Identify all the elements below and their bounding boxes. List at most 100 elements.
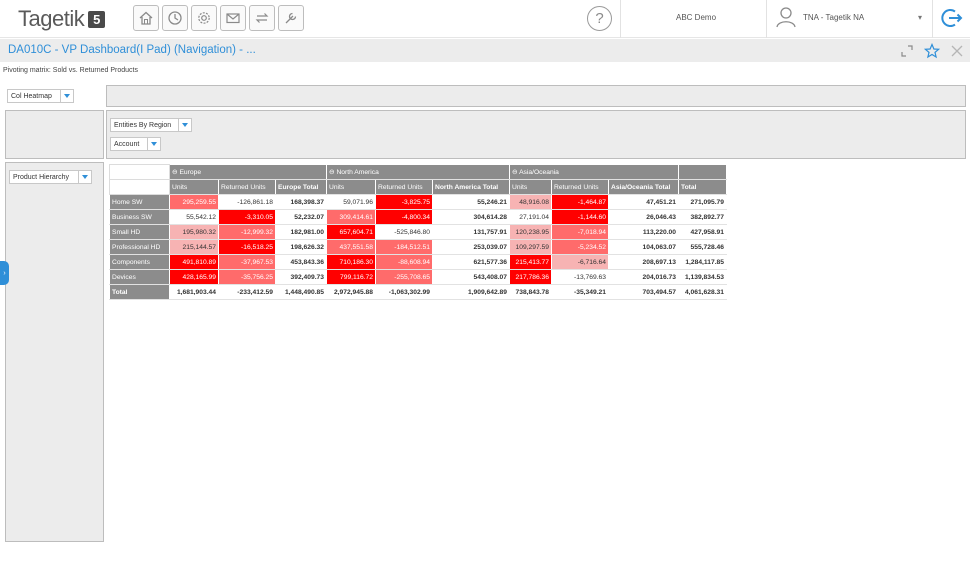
grid-cell[interactable]: 491,810.89 — [169, 254, 219, 270]
row-dimension-product-hierarchy[interactable]: Product Hierarchy — [9, 170, 92, 184]
chevron-down-icon[interactable] — [60, 90, 73, 102]
help-icon[interactable]: ? — [587, 6, 612, 31]
close-icon[interactable] — [948, 42, 966, 60]
grid-cell[interactable]: 392,409.73 — [275, 269, 327, 285]
row-header[interactable]: Total — [109, 284, 170, 300]
grid-cell[interactable]: 271,095.79 — [678, 194, 727, 210]
grid-cell[interactable]: -88,608.94 — [375, 254, 433, 270]
grid-cell[interactable]: 621,577.36 — [432, 254, 510, 270]
row-header[interactable]: Business SW — [109, 209, 170, 225]
grid-cell[interactable]: 799,116.72 — [326, 269, 376, 285]
chevron-down-icon[interactable] — [147, 138, 160, 150]
grid-cell[interactable]: -3,825.75 — [375, 194, 433, 210]
grid-cell[interactable]: 738,843.78 — [509, 284, 552, 300]
grid-cell[interactable]: 427,958.91 — [678, 224, 727, 240]
grid-cell[interactable]: 217,786.36 — [509, 269, 552, 285]
grid-cell[interactable]: 113,220.00 — [608, 224, 679, 240]
grid-cell[interactable]: 382,892.77 — [678, 209, 727, 225]
column-header[interactable]: Returned Units — [218, 179, 276, 195]
grid-cell[interactable]: 1,681,903.44 — [169, 284, 219, 300]
grid-cell[interactable]: -16,518.25 — [218, 239, 276, 255]
column-header[interactable]: Returned Units — [551, 179, 609, 195]
grid-cell[interactable]: -37,967.53 — [218, 254, 276, 270]
grid-cell[interactable]: 104,063.07 — [608, 239, 679, 255]
grid-cell[interactable]: 109,297.59 — [509, 239, 552, 255]
grid-cell[interactable]: -1,464.87 — [551, 194, 609, 210]
home-icon[interactable] — [133, 5, 159, 31]
grid-cell[interactable]: 309,414.61 — [326, 209, 376, 225]
settings-icon[interactable] — [191, 5, 217, 31]
grid-cell[interactable]: 543,408.07 — [432, 269, 510, 285]
user-menu-caret-icon[interactable]: ▾ — [918, 13, 922, 22]
grid-cell[interactable]: 253,039.07 — [432, 239, 510, 255]
user-name[interactable]: TNA - Tagetik NA — [803, 13, 864, 22]
grid-cell[interactable]: -13,769.63 — [551, 269, 609, 285]
grid-cell[interactable]: 208,697.13 — [608, 254, 679, 270]
grid-cell[interactable]: 215,413.77 — [509, 254, 552, 270]
grid-cell[interactable]: 26,046.43 — [608, 209, 679, 225]
region-header[interactable]: ⊖ North America — [326, 164, 510, 180]
grid-cell[interactable]: 1,284,117.85 — [678, 254, 727, 270]
grid-cell[interactable]: 131,757.91 — [432, 224, 510, 240]
column-header[interactable]: Returned Units — [375, 179, 433, 195]
expand-icon[interactable] — [898, 42, 916, 60]
column-header[interactable]: Units — [169, 179, 219, 195]
logout-icon[interactable] — [940, 6, 964, 30]
grid-cell[interactable]: 453,843.36 — [275, 254, 327, 270]
chevron-down-icon[interactable] — [78, 171, 91, 183]
grid-cell[interactable]: 182,981.00 — [275, 224, 327, 240]
grid-cell[interactable]: -1,144.60 — [551, 209, 609, 225]
grid-cell[interactable]: -12,999.32 — [218, 224, 276, 240]
grid-cell[interactable]: 1,909,642.89 — [432, 284, 510, 300]
grid-cell[interactable]: -525,846.80 — [375, 224, 433, 240]
grid-cell[interactable]: -3,310.05 — [218, 209, 276, 225]
grid-cell[interactable]: 48,916.08 — [509, 194, 552, 210]
grid-cell[interactable]: -5,234.52 — [551, 239, 609, 255]
mail-icon[interactable] — [220, 5, 246, 31]
column-header[interactable]: Asia/Oceania Total — [608, 179, 679, 195]
grid-cell[interactable]: 198,626.32 — [275, 239, 327, 255]
column-header[interactable]: Units — [509, 179, 552, 195]
tools-icon[interactable] — [278, 5, 304, 31]
grid-cell[interactable]: 47,451.21 — [608, 194, 679, 210]
grid-cell[interactable]: 2,972,945.88 — [326, 284, 376, 300]
grid-cell[interactable]: -35,756.25 — [218, 269, 276, 285]
grid-cell[interactable]: 1,448,490.85 — [275, 284, 327, 300]
grid-cell[interactable]: -1,063,302.99 — [375, 284, 433, 300]
grid-cell[interactable]: 120,238.95 — [509, 224, 552, 240]
column-header[interactable]: North America Total — [432, 179, 510, 195]
grid-cell[interactable]: 555,728.46 — [678, 239, 727, 255]
chevron-down-icon[interactable] — [178, 119, 191, 131]
grid-cell[interactable]: 1,139,834.53 — [678, 269, 727, 285]
column-header[interactable]: Total — [678, 179, 727, 195]
grid-cell[interactable]: 428,165.99 — [169, 269, 219, 285]
transfer-icon[interactable] — [249, 5, 275, 31]
favorite-star-icon[interactable] — [923, 42, 941, 60]
grid-cell[interactable]: 657,604.71 — [326, 224, 376, 240]
row-header[interactable]: Small HD — [109, 224, 170, 240]
column-header[interactable]: Units — [326, 179, 376, 195]
grid-cell[interactable]: 437,551.58 — [326, 239, 376, 255]
grid-cell[interactable]: 55,246.21 — [432, 194, 510, 210]
grid-cell[interactable]: 27,191.04 — [509, 209, 552, 225]
grid-cell[interactable]: 295,259.55 — [169, 194, 219, 210]
grid-cell[interactable]: 710,186.30 — [326, 254, 376, 270]
column-dimension-entities[interactable]: Entities By Region — [110, 118, 192, 132]
grid-cell[interactable]: 304,614.28 — [432, 209, 510, 225]
grid-cell[interactable]: 703,494.57 — [608, 284, 679, 300]
region-header[interactable]: ⊖ Europe — [169, 164, 327, 180]
column-header[interactable]: Europe Total — [275, 179, 327, 195]
history-icon[interactable] — [162, 5, 188, 31]
grid-cell[interactable]: -184,512.51 — [375, 239, 433, 255]
grid-cell[interactable]: -35,349.21 — [551, 284, 609, 300]
row-header[interactable]: Professional HD — [109, 239, 170, 255]
grid-cell[interactable]: 215,144.57 — [169, 239, 219, 255]
view-type-dropdown[interactable]: Col Heatmap — [7, 89, 74, 103]
grid-cell[interactable]: -255,708.65 — [375, 269, 433, 285]
grid-cell[interactable]: 204,016.73 — [608, 269, 679, 285]
region-header[interactable]: ⊖ Asia/Oceania — [509, 164, 679, 180]
grid-cell[interactable]: -7,018.94 — [551, 224, 609, 240]
grid-cell[interactable]: -6,716.64 — [551, 254, 609, 270]
grid-cell[interactable]: 168,398.37 — [275, 194, 327, 210]
row-header[interactable]: Home SW — [109, 194, 170, 210]
